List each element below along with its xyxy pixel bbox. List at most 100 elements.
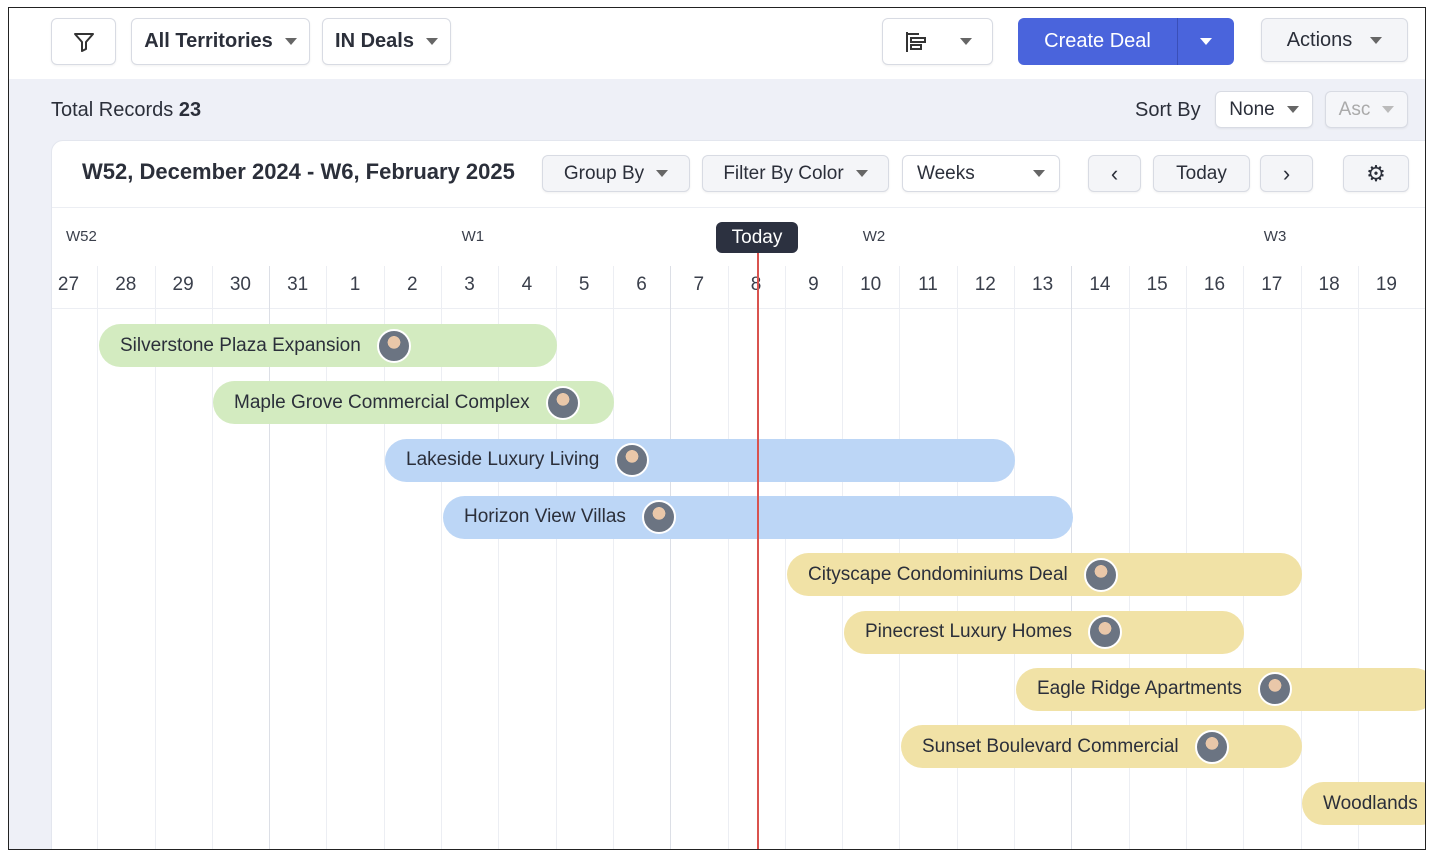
territory-label: All Territories bbox=[144, 30, 273, 52]
deal-name: Pinecrest Luxury Homes bbox=[865, 621, 1072, 642]
view-switcher[interactable] bbox=[882, 18, 993, 65]
next-button[interactable]: › bbox=[1260, 155, 1313, 192]
filter-icon bbox=[73, 32, 94, 52]
owner-avatar[interactable] bbox=[615, 443, 650, 478]
deal-bar[interactable]: Cityscape Condominiums Deal bbox=[787, 553, 1302, 597]
deal-bar[interactable]: Eagle Ridge Apartments bbox=[1016, 667, 1425, 711]
total-records-count: 23 bbox=[178, 99, 202, 121]
filter-button[interactable] bbox=[51, 18, 116, 65]
deal-bar[interactable]: Lakeside Luxury Living bbox=[385, 438, 1015, 482]
day-label: 9 bbox=[808, 274, 819, 295]
day-label: 27 bbox=[57, 274, 80, 295]
day-label: 7 bbox=[693, 274, 705, 295]
day-label: 30 bbox=[229, 274, 251, 295]
sort-field-dropdown[interactable]: None bbox=[1215, 91, 1313, 128]
caret-down-icon bbox=[1033, 170, 1045, 177]
deal-name: Silverstone Plaza Expansion bbox=[120, 334, 361, 356]
actions-dropdown[interactable]: Actions bbox=[1261, 18, 1408, 62]
day-label: 13 bbox=[1032, 274, 1054, 295]
caret-down-icon bbox=[1370, 36, 1383, 44]
day-label: 28 bbox=[115, 274, 137, 295]
today-line bbox=[757, 250, 759, 849]
sort-by-label: Sort By bbox=[1135, 99, 1201, 121]
deal-bar[interactable]: Silverstone Plaza Expansion bbox=[99, 324, 557, 367]
deal-name: Sunset Boulevard Commercial bbox=[922, 735, 1179, 757]
owner-avatar[interactable] bbox=[641, 500, 676, 535]
grid-line bbox=[727, 266, 729, 849]
chevron-left-icon: ‹ bbox=[1110, 160, 1119, 186]
caret-down-icon bbox=[855, 170, 868, 177]
owner-avatar[interactable] bbox=[1087, 615, 1122, 649]
caret-down-icon bbox=[1382, 106, 1395, 113]
caret-down-icon bbox=[284, 38, 297, 45]
day-label: 31 bbox=[287, 274, 309, 295]
grid-line bbox=[1300, 266, 1302, 849]
grid-line bbox=[784, 266, 786, 849]
grid-line bbox=[1357, 266, 1359, 849]
deal-bar[interactable]: Woodlands bbox=[1302, 782, 1425, 826]
group-by-dropdown[interactable]: Group By bbox=[542, 155, 690, 192]
owner-avatar[interactable] bbox=[1083, 557, 1118, 592]
deal-bar[interactable]: Sunset Boulevard Commercial bbox=[901, 725, 1302, 769]
gear-icon: ⚙ bbox=[1366, 160, 1386, 186]
owner-avatar[interactable] bbox=[1257, 672, 1292, 707]
chevron-right-icon: › bbox=[1282, 160, 1291, 186]
day-label: 1 bbox=[349, 274, 361, 295]
day-label: 6 bbox=[636, 274, 647, 295]
total-records: Total Records 23 bbox=[51, 99, 201, 122]
day-label: 18 bbox=[1318, 274, 1340, 295]
filter-by-color-label: Filter By Color bbox=[723, 162, 844, 184]
grid-line bbox=[612, 266, 614, 849]
day-label: 2 bbox=[407, 274, 418, 295]
owner-avatar[interactable] bbox=[545, 385, 580, 420]
day-label: 4 bbox=[521, 274, 533, 295]
caret-down-icon bbox=[1286, 106, 1299, 113]
territory-dropdown[interactable]: All Territories bbox=[131, 18, 310, 65]
day-label: 19 bbox=[1375, 274, 1397, 295]
day-label: 12 bbox=[974, 274, 996, 295]
group-by-label: Group By bbox=[563, 162, 645, 184]
create-deal-label[interactable]: Create Deal bbox=[1018, 18, 1178, 65]
week-label: W1 bbox=[461, 228, 485, 245]
sort-order-dropdown[interactable]: Asc bbox=[1325, 91, 1408, 128]
today-label: Today bbox=[1176, 162, 1227, 184]
deal-name: Lakeside Luxury Living bbox=[406, 449, 600, 471]
day-label: 16 bbox=[1203, 274, 1226, 295]
app-window: All Territories IN Deals Create Deal Act… bbox=[8, 7, 1426, 850]
grid-line bbox=[670, 266, 672, 849]
caret-down-icon bbox=[425, 38, 438, 45]
create-deal-button[interactable]: Create Deal bbox=[1018, 18, 1234, 65]
day-label: 14 bbox=[1089, 274, 1111, 295]
owner-avatar[interactable] bbox=[376, 328, 411, 363]
day-label: 11 bbox=[918, 274, 938, 295]
timescale-value: Weeks bbox=[917, 162, 975, 184]
grid-line bbox=[555, 266, 557, 849]
deal-name: Eagle Ridge Apartments bbox=[1037, 678, 1242, 700]
deal-bar[interactable]: Maple Grove Commercial Complex bbox=[213, 381, 614, 425]
deal-bar[interactable]: Pinecrest Luxury Homes bbox=[844, 610, 1244, 654]
deal-name: Maple Grove Commercial Complex bbox=[234, 391, 530, 413]
top-toolbar: All Territories IN Deals Create Deal Act… bbox=[9, 8, 1425, 79]
actions-label: Actions bbox=[1286, 28, 1353, 51]
previous-button[interactable]: ‹ bbox=[1088, 155, 1141, 192]
caret-down-icon bbox=[1200, 38, 1212, 45]
day-label: 15 bbox=[1146, 274, 1168, 295]
sort-field-value: None bbox=[1229, 98, 1275, 120]
day-label: 10 bbox=[860, 274, 882, 295]
owner-avatar[interactable] bbox=[1194, 729, 1229, 764]
day-label: 17 bbox=[1261, 274, 1283, 295]
today-button[interactable]: Today bbox=[1153, 155, 1250, 192]
module-dropdown[interactable]: IN Deals bbox=[322, 18, 451, 65]
grid-header-divider bbox=[52, 308, 1425, 309]
grid-line bbox=[97, 266, 99, 849]
module-label: IN Deals bbox=[335, 30, 414, 52]
timescale-dropdown[interactable]: Weeks bbox=[902, 155, 1060, 192]
date-range-title: W52, December 2024 - W6, February 2025 bbox=[82, 159, 515, 184]
deal-name: Cityscape Condominiums Deal bbox=[808, 563, 1068, 585]
create-deal-menu-button[interactable] bbox=[1178, 18, 1234, 65]
day-label: 29 bbox=[172, 274, 194, 295]
settings-button[interactable]: ⚙ bbox=[1343, 155, 1409, 192]
filter-by-color-dropdown[interactable]: Filter By Color bbox=[702, 155, 889, 192]
gantt-view-icon bbox=[905, 31, 926, 52]
day-label: 3 bbox=[464, 274, 475, 295]
